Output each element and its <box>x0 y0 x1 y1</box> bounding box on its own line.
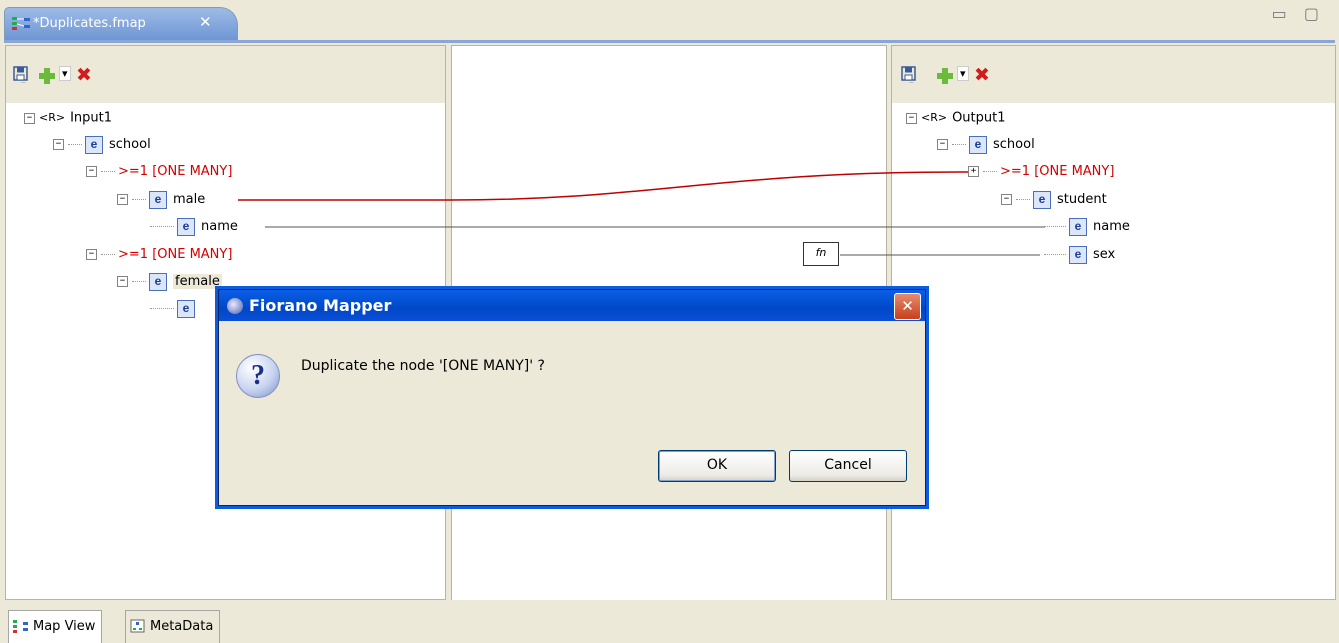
dialog-message: Duplicate the node '[ONE MANY]' ? <box>301 358 545 374</box>
element-icon: e <box>85 135 103 154</box>
tree-node-one-many[interactable]: − >=1 [ONE MANY] <box>86 245 232 265</box>
mapping-line-male <box>238 171 972 201</box>
tree-node-female[interactable]: − e female <box>117 272 222 292</box>
tab-label: MetaData <box>150 619 214 634</box>
tree-node-label: student <box>1057 192 1107 207</box>
tree-node-label: >=1 [ONE MANY] <box>118 164 233 179</box>
root-badge: <R> <box>39 111 66 124</box>
collapse-icon[interactable]: − <box>24 112 35 124</box>
cancel-button[interactable]: Cancel <box>789 450 907 482</box>
element-icon: e <box>969 135 987 154</box>
collapse-icon[interactable]: − <box>86 249 97 260</box>
collapse-icon[interactable]: − <box>117 194 128 205</box>
dialog-title: Fiorano Mapper <box>249 296 392 315</box>
tree-node-label: >=1 [ONE MANY] <box>1000 164 1115 179</box>
collapse-icon[interactable]: − <box>937 139 948 150</box>
root-badge: <R> <box>921 111 948 124</box>
element-icon: e <box>1033 190 1051 209</box>
tree-node-label: name <box>201 219 238 234</box>
metadata-icon <box>130 619 145 633</box>
collapse-icon[interactable]: − <box>906 112 917 124</box>
tree-node-name[interactable]: e name <box>1044 217 1130 237</box>
function-box[interactable]: fn <box>803 242 839 266</box>
tree-node-label: school <box>993 137 1035 152</box>
tree-node-label: Input1 <box>70 110 113 126</box>
app-icon <box>227 298 243 314</box>
confirm-dialog: Fiorano Mapper ✕ ? Duplicate the node '[… <box>218 289 926 506</box>
collapse-icon[interactable]: − <box>86 166 97 177</box>
expand-icon[interactable]: + <box>968 166 979 177</box>
element-icon: e <box>149 190 167 209</box>
map-view-icon <box>13 620 28 633</box>
tree-node-student[interactable]: − e student <box>1001 190 1107 210</box>
tree-node-one-many[interactable]: + >=1 [ONE MANY] <box>968 162 1114 182</box>
dialog-close-icon[interactable]: ✕ <box>894 293 921 320</box>
element-icon: e <box>177 217 195 236</box>
tab-label: Map View <box>33 619 96 634</box>
tree-node-label: school <box>109 137 151 152</box>
tree-node-label: male <box>173 192 206 207</box>
element-icon: e <box>177 299 195 318</box>
tree-node-output1[interactable]: − <R> Output1 <box>906 108 1006 128</box>
tree-node-label: Output1 <box>952 110 1006 126</box>
tree-node-label: name <box>1093 219 1130 234</box>
tab-metadata[interactable]: MetaData <box>125 610 221 643</box>
dialog-title-bar[interactable]: Fiorano Mapper ✕ <box>219 290 925 321</box>
tree-node-input1[interactable]: − <R> Input1 <box>24 108 112 128</box>
element-icon: e <box>149 272 167 291</box>
tree-node-one-many[interactable]: − >=1 [ONE MANY] <box>86 162 232 182</box>
element-icon: e <box>1069 217 1087 236</box>
tree-node-label: >=1 [ONE MANY] <box>118 247 233 262</box>
collapse-icon[interactable]: − <box>53 139 64 150</box>
question-icon: ? <box>236 354 280 398</box>
tree-node-label: sex <box>1093 247 1116 262</box>
tab-map-view[interactable]: Map View <box>8 610 103 643</box>
ok-button[interactable]: OK <box>658 450 776 482</box>
tree-node-school[interactable]: − e school <box>937 135 1035 155</box>
collapse-icon[interactable]: − <box>117 276 128 287</box>
tree-node-sex[interactable]: e sex <box>1044 245 1115 265</box>
tree-node-child[interactable]: e <box>150 299 201 319</box>
tree-node-school[interactable]: − e school <box>53 135 151 155</box>
tree-node-male[interactable]: − e male <box>117 190 205 210</box>
tree-node-label: female <box>173 274 222 289</box>
tree-node-name[interactable]: e name <box>150 217 238 237</box>
collapse-icon[interactable]: − <box>1001 194 1012 205</box>
element-icon: e <box>1069 245 1087 264</box>
